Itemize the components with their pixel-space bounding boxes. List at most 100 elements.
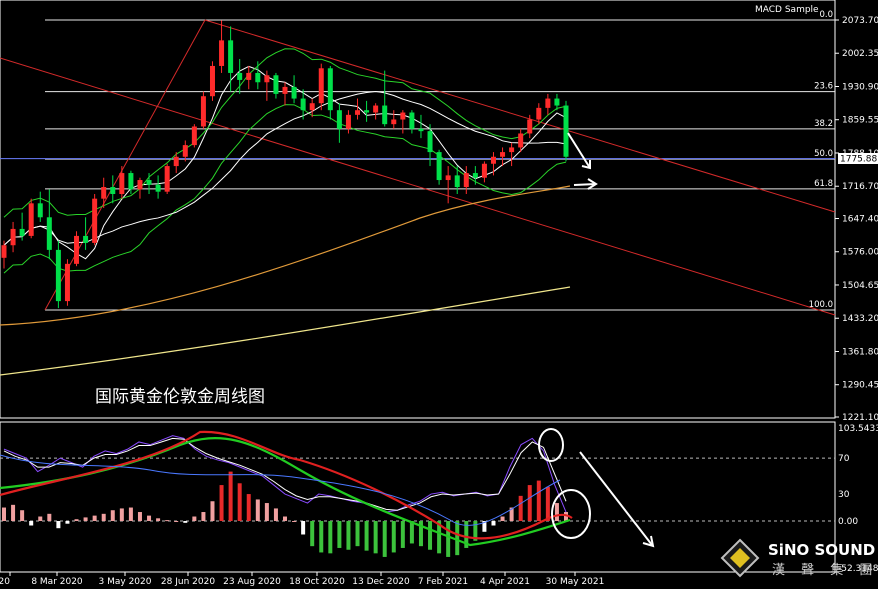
macd-histogram-bar [174, 521, 179, 523]
candle-body [19, 228, 25, 236]
candle-body [37, 203, 43, 218]
time-axis: 2020 8 Mar 2020 3 May 2020 28 Jun 2020 23 Au… [0, 572, 604, 587]
candle-body [264, 75, 270, 83]
macd-histogram-bar [400, 521, 405, 548]
chart-caption: 国际黄金伦敦金周线图 [95, 387, 265, 407]
time-tick-label: 8 Mar 2020 [31, 577, 83, 587]
candle-body [355, 110, 361, 115]
candle-body [10, 228, 16, 246]
candle-body [191, 126, 197, 146]
candle-body [273, 75, 279, 94]
candle-body [427, 131, 433, 153]
candle-body [164, 166, 170, 192]
time-tick-label: 18 Oct 2020 [289, 577, 345, 587]
macd-histogram-bar [237, 483, 242, 522]
macd-histogram-bar [128, 507, 133, 522]
macd-histogram-bar [391, 521, 396, 553]
macd-histogram-bar [56, 521, 61, 529]
price-tick-label: 1647.40 [842, 215, 878, 225]
candle-body [345, 114, 351, 129]
candle-body [1, 245, 7, 258]
macd-histogram-bar [500, 516, 505, 522]
price-tick-label: 1290.45 [842, 381, 878, 391]
candle-body [146, 180, 152, 185]
time-tick-label: 2020 [0, 577, 10, 587]
macd-histogram-bar [382, 521, 387, 557]
macd-histogram-bar [355, 521, 360, 547]
candle-body [490, 156, 496, 164]
macd-histogram-bar [455, 521, 460, 556]
macd-histogram-bar [183, 521, 188, 523]
price-tick-label: 1504.65 [842, 281, 878, 291]
macd-histogram-bar [219, 485, 224, 522]
macd-histogram-bar [192, 516, 197, 522]
time-tick-label: 28 Jun 2020 [161, 577, 215, 587]
price-tick-label: 1221.10 [842, 413, 878, 423]
candle-body [527, 119, 533, 134]
candle-body [463, 173, 469, 188]
candle-body [545, 98, 551, 108]
candle-body [518, 133, 524, 148]
macd-histogram-bar [110, 510, 115, 522]
indicator-title: MACD Sample [755, 5, 819, 15]
candle-body [83, 235, 89, 243]
macd-tick-label: 70 [838, 454, 850, 464]
macd-histogram-bar [38, 516, 43, 522]
candle-body [46, 217, 52, 250]
macd-histogram-bar [373, 521, 378, 554]
macd-histogram-bar [137, 512, 142, 522]
logo-brand-en: SiNO SOUND [768, 541, 875, 559]
macd-histogram-bar [364, 521, 369, 551]
candle-body [64, 263, 70, 302]
macd-histogram-bar [554, 503, 559, 522]
candle-body [128, 173, 134, 190]
candle-body [400, 112, 406, 120]
time-tick-label: 7 Feb 2021 [418, 577, 468, 587]
macd-histogram-bar [83, 517, 88, 522]
time-tick-label: 3 May 2020 [99, 577, 152, 587]
macd-histogram-bar [409, 521, 414, 544]
macd-histogram-bar [346, 521, 351, 550]
price-chart: 0.023.638.250.061.8100.0 2073.702002.351… [0, 0, 878, 587]
macd-histogram-bar [210, 501, 215, 522]
macd-histogram-bar [2, 507, 6, 522]
macd-histogram-bar [74, 519, 79, 522]
macd-histogram-bar [47, 513, 52, 522]
current-price-label: 1775.88 [840, 155, 877, 165]
price-tick-label: 1930.90 [842, 82, 878, 92]
macd-histogram-bar [201, 512, 206, 522]
macd-histogram-bar [428, 521, 433, 550]
candle-body [282, 86, 288, 94]
price-tick-label: 2002.35 [842, 49, 878, 59]
macd-histogram-bar [101, 513, 106, 522]
candle-body [28, 203, 34, 236]
macd-histogram-bar [147, 515, 152, 522]
macd-histogram-bar [65, 521, 70, 524]
macd-histogram-bar [328, 521, 333, 554]
candle-body [74, 235, 80, 264]
candle-body [563, 105, 569, 157]
candle-body [554, 98, 560, 106]
macd-histogram-bar [119, 508, 124, 522]
candle-body [472, 173, 478, 178]
macd-histogram-bar [292, 521, 297, 523]
macd-histogram-bar [246, 494, 251, 522]
candle-body [101, 187, 107, 199]
candle-body [119, 173, 125, 195]
candle-body [364, 110, 370, 113]
candle-body [137, 180, 143, 190]
macd-histogram-bar [20, 510, 25, 522]
macd-histogram-bar [92, 515, 97, 522]
macd-histogram-bar [273, 508, 278, 522]
macd-histogram-bar [536, 480, 541, 522]
candle-body [409, 112, 415, 129]
candle-body [509, 147, 515, 153]
price-tick-label: 1361.80 [842, 347, 878, 357]
macd-histogram-bar [527, 485, 532, 522]
candle-body [481, 163, 487, 178]
macd-histogram-bar [264, 503, 269, 522]
candle-body [454, 175, 460, 188]
candle-body [291, 86, 297, 99]
macd-histogram-bar [319, 521, 324, 553]
main-panel [0, 0, 836, 419]
